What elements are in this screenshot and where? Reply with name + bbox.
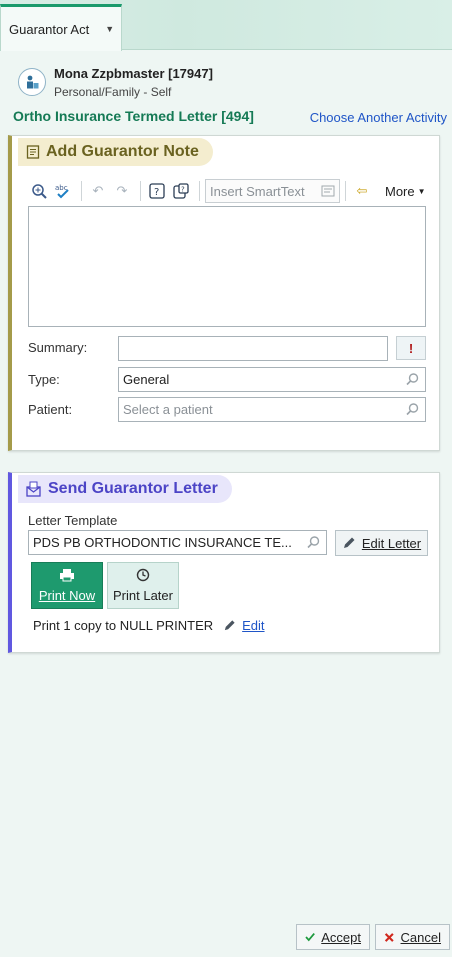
smarttext-icon: [321, 185, 335, 197]
patient-select-input[interactable]: Select a patient: [118, 397, 426, 422]
search-icon[interactable]: [405, 402, 420, 417]
note-icon: [26, 145, 40, 159]
note-text-area[interactable]: [28, 206, 426, 327]
note-card-header: Add Guarantor Note: [18, 138, 213, 166]
accept-label: Accept: [321, 929, 361, 945]
svg-text:?: ?: [181, 186, 185, 194]
more-menu-button[interactable]: More ▼: [385, 184, 426, 199]
patient-header: Mona Zzpbmaster [17947] Personal/Family …: [18, 66, 213, 99]
cancel-button[interactable]: Cancel: [375, 924, 450, 950]
chevron-down-icon: ▼: [417, 186, 426, 196]
search-icon[interactable]: [405, 372, 420, 387]
print-now-button[interactable]: Print Now: [31, 562, 103, 609]
tab-guarantor-act[interactable]: Guarantor Act ▼: [0, 4, 122, 51]
required-flag-button[interactable]: !: [396, 336, 426, 360]
print-info: Print 1 copy to NULL PRINTER Edit: [33, 618, 265, 633]
accept-button[interactable]: Accept: [296, 924, 370, 950]
cancel-label: Cancel: [400, 929, 441, 945]
choose-another-activity-link[interactable]: Choose Another Activity: [310, 110, 447, 125]
toolbar-divider: [199, 181, 200, 201]
letter-icon: [26, 481, 41, 497]
send-guarantor-letter-card: Send Guarantor Letter Letter Template PD…: [8, 472, 440, 653]
type-label: Type:: [28, 372, 60, 387]
undo-icon[interactable]: ↶: [87, 180, 109, 202]
note-card-title: Add Guarantor Note: [46, 143, 199, 160]
toolbar-divider: [140, 181, 141, 201]
toolbar-divider: [81, 181, 82, 201]
pencil-icon: [343, 537, 355, 548]
edit-printer-link[interactable]: Edit: [242, 618, 264, 633]
printer-icon: [60, 569, 74, 582]
close-icon: [384, 932, 394, 942]
redo-icon[interactable]: ↷: [111, 180, 133, 202]
toolbar-divider: [345, 181, 346, 201]
chevron-down-icon[interactable]: ▼: [105, 24, 114, 34]
patient-icon: [18, 68, 46, 96]
tab-strip: Guarantor Act ▼: [0, 0, 452, 51]
tab-label: Guarantor Act: [9, 21, 90, 37]
letter-template-input[interactable]: PDS PB ORTHODONTIC INSURANCE TE...: [28, 530, 327, 555]
patient-name: Mona Zzpbmaster [17947]: [54, 66, 213, 81]
letter-card-header: Send Guarantor Letter: [18, 475, 232, 503]
pencil-icon: [224, 620, 235, 631]
note-toolbar: abc ↶ ↷ ? ? Insert SmartText ⇦ More ▼: [28, 178, 428, 204]
smarttext-placeholder: Insert SmartText: [210, 183, 305, 199]
patient-label: Patient:: [28, 402, 73, 417]
patient-relationship: Personal/Family - Self: [54, 85, 172, 99]
type-value: General: [123, 372, 170, 387]
insert-smarttext-field[interactable]: Insert SmartText: [205, 179, 340, 203]
arrow-left-icon[interactable]: ⇦: [351, 180, 373, 202]
summary-label: Summary:: [28, 340, 88, 355]
search-icon[interactable]: [306, 535, 321, 550]
spellcheck-icon[interactable]: abc: [52, 180, 74, 202]
help-icon[interactable]: ?: [146, 180, 168, 202]
letter-card-title: Send Guarantor Letter: [48, 480, 218, 497]
letter-template-label: Letter Template: [28, 513, 118, 528]
zoom-icon[interactable]: [28, 180, 50, 202]
svg-text:?: ?: [154, 187, 159, 198]
checkmark-icon: [305, 933, 315, 942]
print-now-label: Print Now: [38, 588, 96, 603]
add-guarantor-note-card: Add Guarantor Note abc ↶ ↷ ? ? Insert Sm…: [8, 135, 440, 451]
print-later-button[interactable]: Print Later: [107, 562, 179, 609]
activity-title: Ortho Insurance Termed Letter [494]: [13, 108, 254, 124]
print-later-label: Print Later: [113, 588, 173, 603]
print-info-text: Print 1 copy to NULL PRINTER: [33, 618, 214, 633]
edit-letter-label: Edit Letter: [361, 535, 422, 551]
edit-letter-button[interactable]: Edit Letter: [335, 530, 428, 556]
letter-template-value: PDS PB ORTHODONTIC INSURANCE TE...: [33, 535, 292, 550]
smartlink-icon[interactable]: ?: [170, 180, 192, 202]
type-input[interactable]: General: [118, 367, 426, 392]
more-label: More: [385, 183, 415, 199]
summary-input[interactable]: [118, 336, 388, 361]
patient-placeholder: Select a patient: [123, 402, 213, 417]
clock-icon: [136, 568, 150, 582]
